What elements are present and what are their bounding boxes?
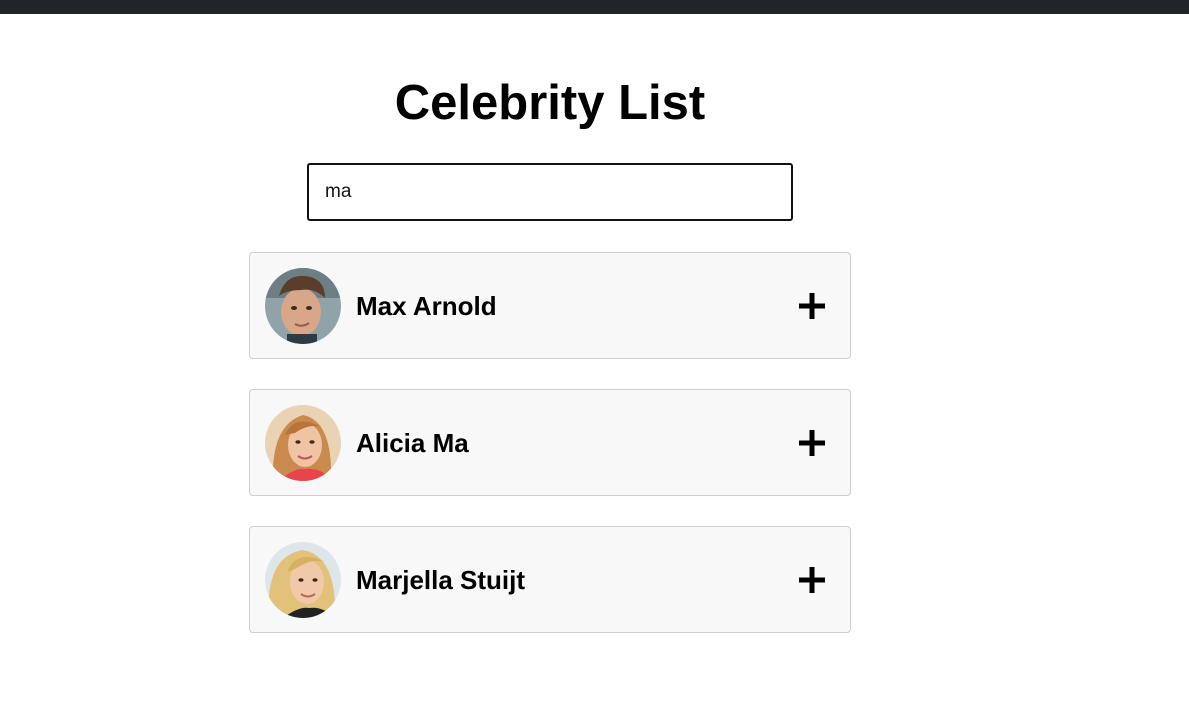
list-item: Marjella Stuijt [249,526,851,633]
plus-icon [799,292,825,319]
avatar [265,404,341,481]
avatar-photo-3 [265,541,341,618]
list-item: Max Arnold [249,252,851,359]
plus-icon [799,566,825,593]
top-navigation-bar [0,0,1189,14]
avatar-photo-2 [265,404,341,481]
avatar [265,267,341,344]
celebrity-name: Marjella Stuijt [356,564,526,595]
add-celebrity-button[interactable] [796,290,828,322]
celebrity-list: Max Arnold Alicia Ma Marjella Stuijt [249,252,851,663]
add-celebrity-button[interactable] [796,564,828,596]
list-item: Alicia Ma [249,389,851,496]
avatar [265,541,341,618]
plus-icon [799,429,825,456]
celebrity-name: Max Arnold [356,290,497,321]
avatar-photo-1 [265,267,341,344]
search-input[interactable] [307,163,793,221]
celebrity-name: Alicia Ma [356,427,469,458]
page-title: Celebrity List [394,76,706,130]
add-celebrity-button[interactable] [796,427,828,459]
